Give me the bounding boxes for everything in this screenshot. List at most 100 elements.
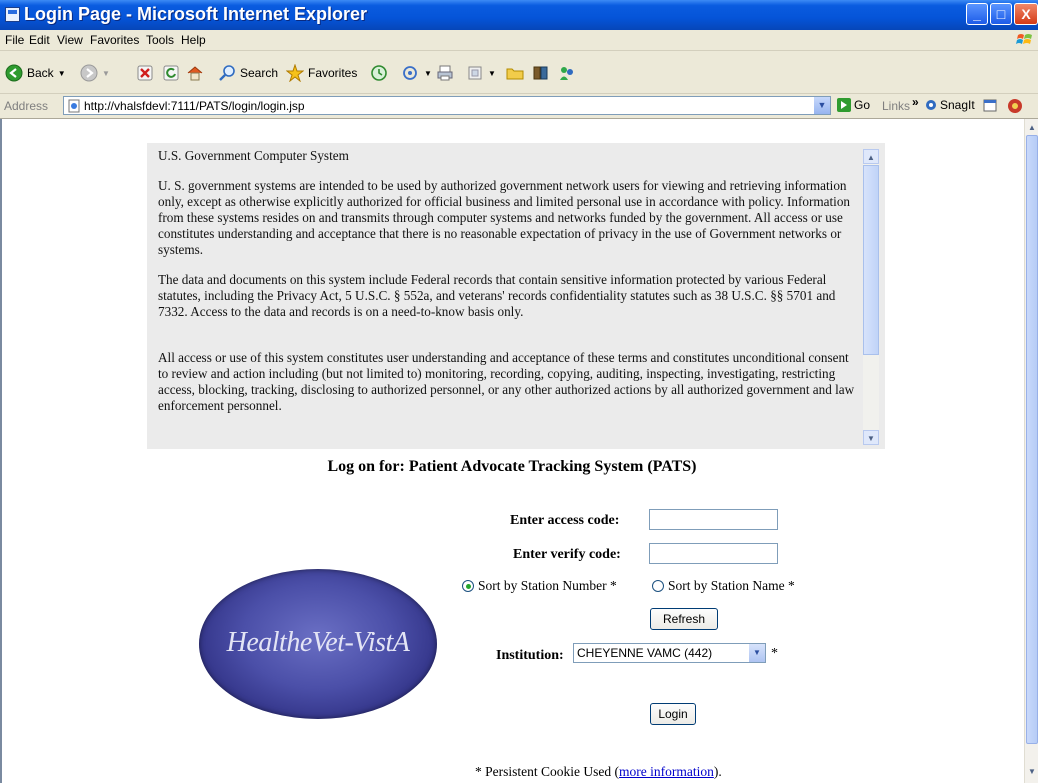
favorites-button[interactable]: Favorites — [286, 63, 357, 83]
menu-edit[interactable]: Edit — [29, 33, 50, 47]
go-label: Go — [854, 98, 871, 112]
research-book-icon — [533, 66, 548, 80]
refresh-button[interactable]: Refresh — [650, 608, 718, 630]
security-notice-text: U.S. Government Computer System U. S. go… — [158, 148, 858, 442]
print-button[interactable] — [436, 63, 454, 83]
links-label[interactable]: Links — [882, 99, 910, 113]
snagit-button[interactable]: SnagIt — [925, 98, 975, 112]
minimize-button[interactable]: _ — [966, 3, 988, 25]
go-arrow-icon — [837, 98, 851, 112]
back-dropdown-icon[interactable]: ▼ — [58, 69, 66, 78]
login-button[interactable]: Login — [650, 703, 696, 725]
scroll-up-icon[interactable]: ▲ — [1026, 121, 1038, 135]
sort-by-station-name-radio[interactable]: Sort by Station Name * — [652, 578, 795, 594]
menu-bar: File Edit View Favorites Tools Help — [0, 30, 1038, 51]
scrollbar-thumb[interactable] — [1026, 135, 1038, 744]
edit-button[interactable]: ▼ — [466, 63, 496, 83]
login-heading: Log on for: Patient Advocate Tracking Sy… — [327, 458, 697, 475]
snagit-icon — [926, 100, 936, 110]
logo-text: HealtheVet-VistA — [226, 627, 410, 658]
address-field[interactable]: http://vhalsfdevl:7111/PATS/login/login.… — [63, 96, 831, 115]
sort-by-station-number-radio[interactable]: Sort by Station Number * — [462, 578, 617, 594]
verify-code-input[interactable] — [649, 543, 778, 564]
messenger-button[interactable] — [558, 63, 576, 83]
research-button[interactable] — [532, 63, 550, 83]
notice-paragraph: U. S. government systems are intended to… — [158, 178, 851, 257]
snagit-window-icon[interactable] — [983, 99, 997, 112]
address-bar: Address http://vhalsfdevl:7111/PATS/logi… — [0, 94, 1038, 119]
mail-icon — [403, 66, 417, 80]
browser-window: Login Page - Microsoft Internet Explorer… — [0, 0, 1038, 783]
stop-button[interactable] — [136, 63, 154, 83]
toolbar-extension-icon[interactable] — [1006, 97, 1024, 115]
sort-by-station-number-label: Sort by Station Number * — [478, 578, 617, 593]
maximize-button[interactable]: □ — [990, 3, 1012, 25]
security-notice-box: U.S. Government Computer System U. S. go… — [147, 143, 885, 449]
links-chevron-icon[interactable]: » — [912, 95, 919, 109]
print-icon — [437, 65, 453, 81]
refresh-page-button[interactable] — [162, 63, 180, 83]
notice-scroll-down-icon[interactable]: ▼ — [863, 430, 879, 445]
forward-arrow-icon — [80, 64, 98, 82]
radio-unselected-icon — [652, 580, 664, 592]
close-button[interactable]: X — [1014, 3, 1038, 25]
folder-icon — [506, 68, 524, 80]
search-icon — [219, 65, 235, 81]
notice-scroll-up-icon[interactable]: ▲ — [863, 149, 879, 164]
messenger-icon — [560, 67, 573, 80]
menu-tools[interactable]: Tools — [146, 33, 174, 47]
refresh-icon — [163, 65, 179, 81]
healthevet-vista-logo: HealtheVet-VistA — [199, 569, 437, 719]
scroll-down-icon[interactable]: ▼ — [1026, 765, 1038, 779]
back-label: Back — [27, 66, 54, 80]
menu-view[interactable]: View — [57, 33, 83, 47]
chevron-down-icon[interactable]: ▼ — [749, 644, 765, 662]
required-mark: * — [771, 646, 778, 661]
edit-page-icon — [468, 66, 482, 80]
mail-button[interactable]: ▼ — [402, 63, 432, 83]
ie-page-icon — [5, 7, 20, 22]
edit-dropdown-icon[interactable]: ▼ — [488, 69, 496, 78]
forward-button[interactable]: ▼ — [80, 63, 110, 83]
cookie-note-suffix: ). — [713, 764, 722, 779]
menu-favorites[interactable]: Favorites — [90, 33, 139, 47]
title-bar: Login Page - Microsoft Internet Explorer… — [0, 0, 1038, 30]
home-icon — [187, 66, 203, 81]
home-button[interactable] — [186, 63, 204, 83]
toolbar: Back ▼ ▼ Search Favorites ▼ ▼ — [0, 51, 1038, 94]
menu-help[interactable]: Help — [181, 33, 206, 47]
go-button[interactable]: Go — [837, 98, 870, 112]
back-button[interactable]: Back ▼ — [5, 63, 66, 83]
institution-select[interactable]: CHEYENNE VAMC (442) ▼ — [573, 643, 766, 663]
more-information-link[interactable]: more information — [619, 764, 714, 779]
access-code-label: Enter access code: — [510, 513, 620, 528]
radio-selected-icon — [462, 580, 474, 592]
address-dropdown-icon[interactable]: ▼ — [814, 97, 830, 114]
notice-paragraph: The data and documents on this system in… — [158, 272, 836, 319]
history-button[interactable] — [370, 63, 388, 83]
stop-icon — [137, 65, 153, 81]
discuss-button[interactable] — [506, 63, 524, 83]
menu-file[interactable]: File — [5, 33, 24, 47]
forward-dropdown-icon[interactable]: ▼ — [102, 69, 110, 78]
institution-label: Institution: — [496, 648, 564, 663]
favorites-star-icon — [286, 64, 304, 82]
cookie-note: * Persistent Cookie Used (more informati… — [475, 764, 722, 780]
notice-paragraph: All access or use of this system constit… — [158, 350, 855, 413]
access-code-input[interactable] — [649, 509, 778, 530]
page-scrollbar[interactable]: ▲ ▼ — [1024, 119, 1038, 783]
sort-by-station-name-label: Sort by Station Name * — [668, 578, 795, 593]
address-url[interactable]: http://vhalsfdevl:7111/PATS/login/login.… — [84, 99, 305, 113]
notice-scrollbar[interactable]: ▲ ▼ — [863, 149, 879, 445]
mail-dropdown-icon[interactable]: ▼ — [424, 69, 432, 78]
notice-heading: U.S. Government Computer System — [158, 148, 349, 163]
page-icon — [68, 99, 80, 113]
cookie-note-prefix: * Persistent Cookie Used ( — [475, 764, 619, 779]
institution-value: CHEYENNE VAMC (442) — [577, 646, 713, 660]
window-title: Login Page - Microsoft Internet Explorer — [24, 4, 368, 24]
search-button[interactable]: Search — [218, 63, 278, 83]
history-icon — [371, 65, 387, 81]
search-label: Search — [240, 66, 279, 80]
notice-scrollbar-thumb[interactable] — [863, 165, 879, 355]
snagit-label: SnagIt — [940, 98, 975, 112]
